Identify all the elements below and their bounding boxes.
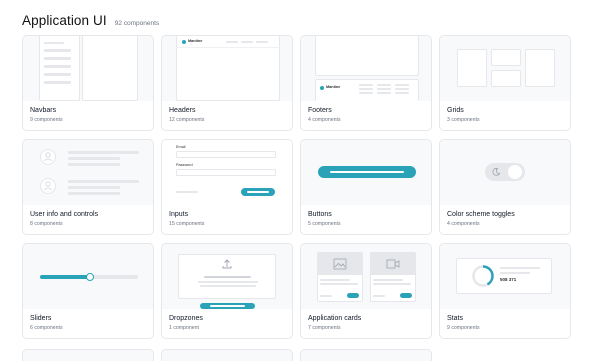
brand-label: Mantine bbox=[326, 85, 341, 89]
avatar-icon bbox=[40, 149, 56, 165]
card-grids[interactable]: Grids 3 components bbox=[439, 35, 571, 131]
avatar-icon bbox=[40, 178, 56, 194]
card-sliders[interactable]: Sliders 6 components bbox=[22, 243, 154, 339]
image-icon bbox=[333, 258, 347, 270]
application-cards-preview bbox=[301, 244, 431, 309]
card-title: Application cards bbox=[308, 315, 362, 322]
page-title: Application UI bbox=[22, 13, 107, 28]
card-count: 12 components bbox=[169, 117, 205, 123]
grids-preview bbox=[440, 36, 570, 101]
video-icon bbox=[386, 259, 400, 269]
card-partial[interactable] bbox=[161, 349, 293, 361]
card-count: 9 components bbox=[30, 117, 63, 123]
buttons-preview bbox=[301, 140, 431, 205]
card-title: Footers bbox=[308, 107, 332, 114]
card-title: Buttons bbox=[308, 211, 332, 218]
card-title: Sliders bbox=[30, 315, 52, 322]
card-color-scheme-toggles[interactable]: Color scheme toggles 4 components bbox=[439, 139, 571, 235]
stat-value: 508 371 bbox=[500, 277, 517, 282]
card-title: Color scheme toggles bbox=[447, 211, 515, 218]
footers-preview: Mantine bbox=[301, 36, 431, 101]
sliders-preview bbox=[23, 244, 153, 309]
dropzones-preview bbox=[162, 244, 292, 309]
card-count: 7 components bbox=[308, 325, 341, 331]
card-application-cards[interactable]: Application cards 7 components bbox=[300, 243, 432, 339]
card-navbars[interactable]: Navbars 9 components bbox=[22, 35, 154, 131]
card-count: 1 component bbox=[169, 325, 199, 331]
inputs-preview: Email Password bbox=[162, 140, 292, 205]
navbars-preview bbox=[23, 36, 153, 101]
card-stats[interactable]: 508 371 Stats 9 components bbox=[439, 243, 571, 339]
card-title: User info and controls bbox=[30, 211, 99, 218]
card-count: 15 components bbox=[169, 221, 205, 227]
mantine-logo-icon bbox=[182, 40, 186, 44]
component-count: 92 components bbox=[114, 20, 160, 27]
moon-icon bbox=[492, 167, 501, 176]
component-grid: Navbars 9 components Mantine Headers 12 … bbox=[22, 35, 571, 339]
card-user-info[interactable]: User info and controls 8 components bbox=[22, 139, 154, 235]
card-buttons[interactable]: Buttons 5 components bbox=[300, 139, 432, 235]
user-info-preview bbox=[23, 140, 153, 205]
color-toggles-preview bbox=[440, 140, 570, 205]
card-partial[interactable] bbox=[22, 349, 154, 361]
card-count: 6 components bbox=[30, 325, 63, 331]
email-label: Email bbox=[176, 145, 186, 149]
ring-progress-icon bbox=[472, 265, 494, 287]
card-headers[interactable]: Mantine Headers 12 components bbox=[161, 35, 293, 131]
headers-preview: Mantine bbox=[162, 36, 292, 101]
card-count: 8 components bbox=[30, 221, 63, 227]
mantine-logo-icon bbox=[320, 86, 324, 90]
card-partial[interactable] bbox=[300, 349, 432, 361]
card-count: 3 components bbox=[447, 117, 480, 123]
password-label: Password bbox=[176, 163, 193, 167]
card-inputs[interactable]: Email Password Inputs 15 components bbox=[161, 139, 293, 235]
card-title: Dropzones bbox=[169, 315, 203, 322]
card-dropzones[interactable]: Dropzones 1 component bbox=[161, 243, 293, 339]
card-title: Stats bbox=[447, 315, 463, 322]
card-count: 5 components bbox=[308, 221, 341, 227]
card-title: Grids bbox=[447, 107, 464, 114]
page-header: Application UI 92 components bbox=[22, 13, 159, 28]
card-count: 4 components bbox=[447, 221, 480, 227]
upload-icon bbox=[222, 259, 232, 269]
card-title: Inputs bbox=[169, 211, 189, 218]
brand-label: Mantine bbox=[188, 39, 203, 43]
card-footers[interactable]: Mantine Footers 4 components bbox=[300, 35, 432, 131]
card-title: Navbars bbox=[30, 107, 57, 114]
stats-preview: 508 371 bbox=[440, 244, 570, 309]
card-count: 4 components bbox=[308, 117, 341, 123]
card-title: Headers bbox=[169, 107, 196, 114]
card-count: 9 components bbox=[447, 325, 480, 331]
